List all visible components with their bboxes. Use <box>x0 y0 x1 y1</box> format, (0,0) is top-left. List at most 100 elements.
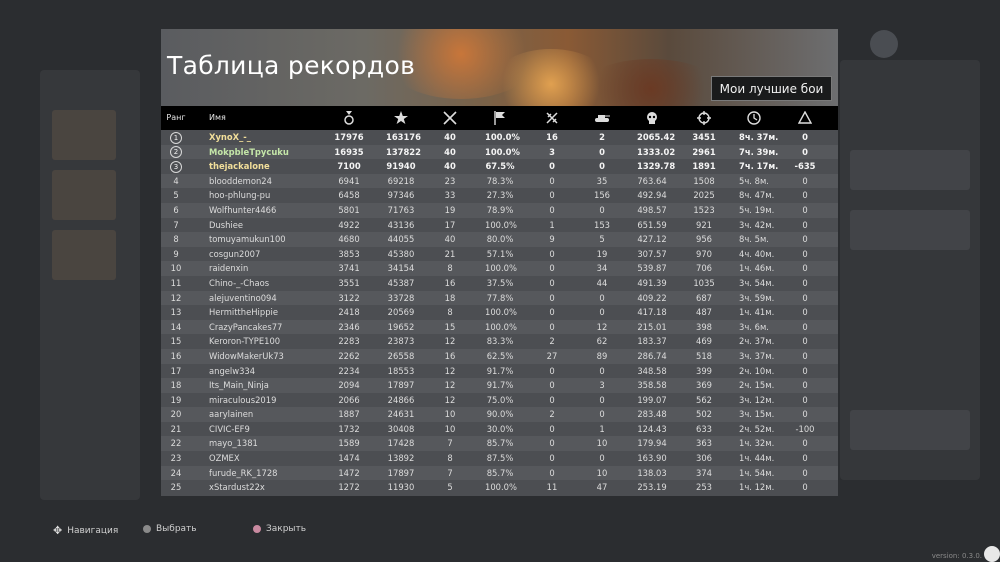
cell-planes: 0 <box>549 190 555 201</box>
cell-medals: 1887 <box>338 409 360 420</box>
cell-delta: 0 <box>802 248 808 259</box>
cell-name: WidowMakerUk73 <box>209 350 284 361</box>
cell-medals: 17976 <box>334 132 364 142</box>
cell-rank: 1 <box>166 130 186 145</box>
cell-hits: 1523 <box>693 204 715 215</box>
cell-winrate: 91.7% <box>486 365 514 376</box>
cell-name: CIVIC-EF9 <box>209 423 250 434</box>
cell-hits: 374 <box>696 467 712 478</box>
cell-hits: 2025 <box>693 190 715 201</box>
table-row[interactable]: 4 blooddemon24 6941 69218 23 78.3% 0 35 763.64 15… <box>161 173 838 189</box>
cell-score: 97346 <box>387 190 415 201</box>
table-row[interactable]: 10 raidenxin 3741 34154 8 100.0% 0 34 539.87 706 1… <box>161 261 838 276</box>
cell-name: cosgun2007 <box>209 248 261 259</box>
cell-score: 91940 <box>386 161 416 172</box>
cell-kill-stat: 417.18 <box>637 307 667 318</box>
cell-playtime: 4ч. 40м. <box>739 248 775 259</box>
table-row[interactable]: 9 cosgun2007 3853 45380 21 57.1% 0 19 307.57 970 4… <box>161 247 838 262</box>
cell-score: 17897 <box>387 467 415 478</box>
table-row[interactable]: 22 mayo_1381 1589 17428 7 85.7% 0 10 179.94 363 1ч… <box>161 436 838 452</box>
cell-winrate: 100.0% <box>485 219 517 230</box>
cell-winrate: 100.0% <box>485 132 520 142</box>
cell-medals: 16935 <box>334 146 364 157</box>
cell-medals: 2283 <box>338 336 360 347</box>
table-row[interactable]: 6 Wolfhunter4466 5801 71763 19 78.9% 0 0 498.57 1… <box>161 202 838 218</box>
cell-medals: 2094 <box>338 380 360 391</box>
table-row[interactable]: 8 tomuyamukun100 4680 44055 40 80.0% 9 5 427.12 9… <box>161 232 838 247</box>
page-title: Таблица рекордов <box>167 51 416 80</box>
table-row[interactable]: 5 hoo-phlung-pu 6458 97346 33 27.3% 0 156 492.94… <box>161 188 838 203</box>
cell-rank: 17 <box>170 365 182 376</box>
cell-planes: 0 <box>549 277 555 288</box>
cell-winrate: 77.8% <box>486 292 514 303</box>
table-row[interactable]: 3 thejackalone 7100 91940 40 67.5% 0 0 1329.78 18… <box>161 159 838 174</box>
cell-tanks: 0 <box>599 453 605 464</box>
cell-score: 17428 <box>387 438 415 449</box>
cell-medals: 2418 <box>338 307 360 318</box>
cell-winrate: 30.0% <box>486 423 514 434</box>
cell-delta: 0 <box>802 175 808 186</box>
cell-name: furude_RK_1728 <box>209 467 278 478</box>
table-row[interactable]: 19 miraculous2019 2066 24866 12 75.0% 0 0 199.07… <box>161 393 838 408</box>
cell-name: Keroron-TYPE100 <box>209 336 281 347</box>
cell-name: HermittheHippie <box>209 307 278 318</box>
cell-rank: 25 <box>170 482 182 493</box>
table-row[interactable]: 1 XynoX_-_ 17976 163176 40 100.0% 16 2 2065.42 34… <box>161 130 838 145</box>
version-label: version: 0.3.0. <box>931 552 982 560</box>
table-row[interactable]: 24 furude_RK_1728 1472 17897 7 85.7% 0 10 138.03… <box>161 465 838 481</box>
cell-planes: 0 <box>549 248 555 259</box>
cell-medals: 2262 <box>338 350 360 361</box>
cell-battles: 40 <box>444 146 456 157</box>
cell-winrate: 85.7% <box>486 438 514 449</box>
cell-winrate: 83.3% <box>486 336 514 347</box>
cell-winrate: 67.5% <box>485 161 515 172</box>
cell-rank: 21 <box>170 423 182 434</box>
cell-tanks: 47 <box>596 482 608 493</box>
cell-tanks: 12 <box>596 321 608 332</box>
table-row[interactable]: 15 Keroron-TYPE100 2283 23873 12 83.3% 2 62 183.… <box>161 334 838 349</box>
cell-delta: -100 <box>795 423 815 434</box>
cell-tanks: 5 <box>599 234 605 245</box>
skull-icon <box>637 106 667 130</box>
table-row[interactable]: 17 angelw334 2234 18553 12 91.7% 0 0 348.58 399 2ч… <box>161 364 838 379</box>
cell-tanks: 0 <box>599 146 605 157</box>
cell-score: 45387 <box>387 277 415 288</box>
cell-playtime: 2ч. 52м. <box>739 423 775 434</box>
cell-planes: 0 <box>549 321 555 332</box>
cell-medals: 7100 <box>337 161 361 172</box>
table-row[interactable]: 11 Chino-_-Chaos 3551 45387 16 37.5% 0 44 491.39… <box>161 276 838 291</box>
cell-medals: 3853 <box>338 248 360 259</box>
cell-kill-stat: 283.48 <box>637 409 667 420</box>
table-row[interactable]: 7 Dushiee 4922 43136 17 100.0% 1 153 651.59 921 3ч… <box>161 218 838 233</box>
table-row[interactable]: 23 OZMEX 1474 13892 8 87.5% 0 0 163.90 306 1ч. 44м… <box>161 451 838 466</box>
cell-planes: 1 <box>549 219 555 230</box>
cell-kill-stat: 199.07 <box>637 394 667 405</box>
table-row[interactable]: 2 MokpbleTpycuku 16935 137822 40 100.0% 3 0 1333… <box>161 144 838 160</box>
table-row[interactable]: 14 CrazyPancakes77 2346 19652 15 100.0% 0 12 215… <box>161 319 838 335</box>
cell-winrate: 100.0% <box>485 263 517 274</box>
cell-kill-stat: 179.94 <box>637 438 667 449</box>
background-tile <box>52 230 116 280</box>
footer-navigate-label: Навигация <box>67 526 119 536</box>
cell-kill-stat: 1329.78 <box>637 161 676 172</box>
corner-indicator <box>984 546 1000 562</box>
cell-battles: 10 <box>444 423 456 434</box>
table-row[interactable]: 12 alejuventino094 3122 33728 18 77.8% 0 0 409.2… <box>161 290 838 306</box>
table-row[interactable]: 18 Its_Main_Ninja 2094 17897 12 91.7% 0 3 358.58… <box>161 378 838 393</box>
cell-delta: 0 <box>802 365 808 376</box>
cell-kill-stat: 539.87 <box>637 263 667 274</box>
cell-score: 34154 <box>387 263 415 274</box>
table-row[interactable]: 20 aarylainen 1887 24631 10 90.0% 2 0 283.48 502 3… <box>161 407 838 422</box>
my-best-battles-button[interactable]: Мои лучшие бои <box>711 76 832 101</box>
cell-rank: 19 <box>170 394 182 405</box>
cell-hits: 1035 <box>693 277 715 288</box>
cell-name: xStardust22x <box>209 482 265 493</box>
table-row[interactable]: 13 HermittheHippie 2418 20569 8 100.0% 0 0 417.1… <box>161 305 838 320</box>
cell-name: Wolfhunter4466 <box>209 204 277 215</box>
cell-rank: 8 <box>173 234 179 245</box>
table-row[interactable]: 16 WidowMakerUk73 2262 26558 16 62.5% 27 89 286.… <box>161 348 838 364</box>
table-row[interactable]: 25 xStardust22x 1272 11930 5 100.0% 11 47 253.19… <box>161 480 838 495</box>
cell-score: 24866 <box>387 394 415 405</box>
table-row[interactable]: 21 CIVIC-EF9 1732 30408 10 30.0% 0 1 124.43 633 2ч… <box>161 422 838 437</box>
cell-kill-stat: 358.58 <box>637 380 667 391</box>
